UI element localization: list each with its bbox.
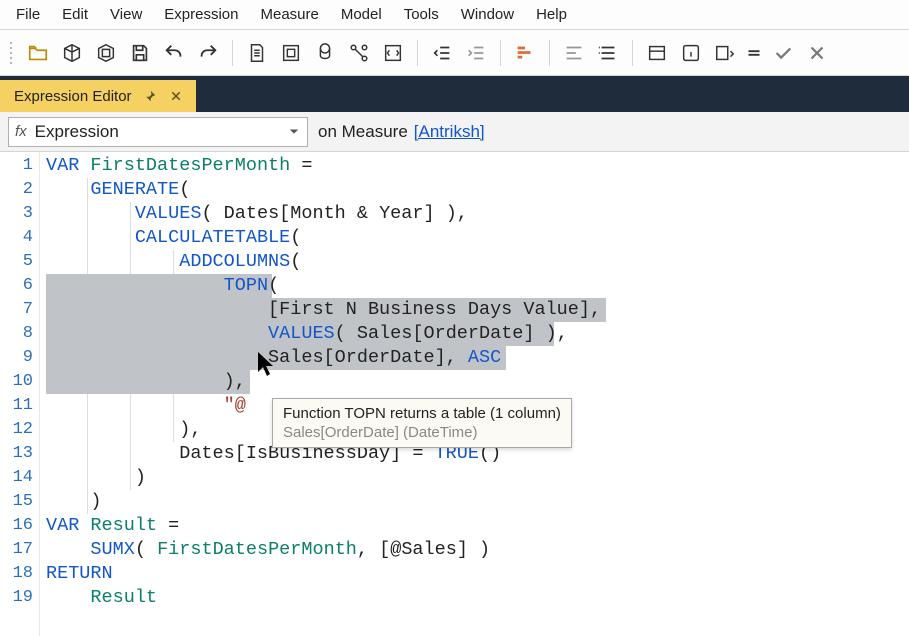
code-line[interactable]: ) xyxy=(46,490,909,514)
code-line[interactable]: VAR FirstDatesPerMonth = xyxy=(46,154,909,178)
cancel-x-icon[interactable] xyxy=(801,37,833,69)
line-number: 17 xyxy=(0,538,33,562)
line-number: 8 xyxy=(0,322,33,346)
menu-edit[interactable]: Edit xyxy=(52,2,98,27)
menu-measure[interactable]: Measure xyxy=(250,2,328,27)
line-number: 13 xyxy=(0,442,33,466)
menu-window[interactable]: Window xyxy=(451,2,524,27)
code-line[interactable]: CALCULATETABLE( xyxy=(46,226,909,250)
execute-dropdown-icon[interactable] xyxy=(709,37,741,69)
code-line[interactable]: ) xyxy=(46,466,909,490)
menu-tools[interactable]: Tools xyxy=(394,2,449,27)
relationship-icon[interactable] xyxy=(343,37,375,69)
select-all-icon[interactable] xyxy=(275,37,307,69)
line-number: 3 xyxy=(0,202,33,226)
table-icon[interactable] xyxy=(309,37,341,69)
line-number: 16 xyxy=(0,514,33,538)
toolbar-grip xyxy=(6,35,16,71)
document-icon[interactable] xyxy=(241,37,273,69)
toolbar-separator xyxy=(500,40,501,66)
line-number: 2 xyxy=(0,178,33,202)
script-icon[interactable] xyxy=(377,37,409,69)
menu-expression[interactable]: Expression xyxy=(154,2,248,27)
code-line[interactable]: TOPN( xyxy=(46,274,909,298)
property-dropdown[interactable]: fx Expression xyxy=(8,117,308,147)
line-number: 12 xyxy=(0,418,33,442)
line-number: 18 xyxy=(0,562,33,586)
code-editor[interactable]: 12345678910111213141516171819 VAR FirstD… xyxy=(0,152,909,636)
context-measure-link[interactable]: [Antriksh] xyxy=(414,122,485,141)
line-number: 6 xyxy=(0,274,33,298)
code-line[interactable]: VAR Result = xyxy=(46,514,909,538)
line-number: 11 xyxy=(0,394,33,418)
code-line[interactable]: GENERATE( xyxy=(46,178,909,202)
save-cube-icon[interactable] xyxy=(90,37,122,69)
info-icon[interactable] xyxy=(675,37,707,69)
toolbar-separator xyxy=(232,40,233,66)
toolbar xyxy=(0,30,909,76)
intellisense-tooltip: Function TOPN returns a table (1 column)… xyxy=(272,398,572,448)
code-line[interactable]: VALUES( Sales[OrderDate] ), xyxy=(46,322,909,346)
close-icon[interactable] xyxy=(168,88,184,104)
context-label: on Measure [Antriksh] xyxy=(318,122,485,142)
line-number: 5 xyxy=(0,250,33,274)
code-line[interactable]: [First N Business Days Value], xyxy=(46,298,909,322)
equals-icon[interactable] xyxy=(743,37,765,69)
line-number: 14 xyxy=(0,466,33,490)
code-line[interactable]: Result xyxy=(46,586,909,610)
align-icon[interactable] xyxy=(558,37,590,69)
redo-icon[interactable] xyxy=(192,37,224,69)
line-number: 19 xyxy=(0,586,33,610)
chevron-down-icon[interactable] xyxy=(287,127,301,137)
format-dax-icon[interactable] xyxy=(509,37,541,69)
code-line[interactable]: Sales[OrderDate], ASC xyxy=(46,346,909,370)
toolbar-separator xyxy=(417,40,418,66)
tab-strip: Expression Editor xyxy=(0,76,909,112)
line-number: 7 xyxy=(0,298,33,322)
toolbar-separator xyxy=(549,40,550,66)
menu-help[interactable]: Help xyxy=(526,2,577,27)
line-number-gutter: 12345678910111213141516171819 xyxy=(0,152,40,636)
indent-icon[interactable] xyxy=(460,37,492,69)
line-number: 1 xyxy=(0,154,33,178)
tab-expression-editor[interactable]: Expression Editor xyxy=(0,80,196,112)
menu-model[interactable]: Model xyxy=(331,2,392,27)
code-line[interactable]: ADDCOLUMNS( xyxy=(46,250,909,274)
tooltip-line2: Sales[OrderDate] (DateTime) xyxy=(283,424,561,441)
save-icon[interactable] xyxy=(124,37,156,69)
code-line[interactable]: ), xyxy=(46,370,909,394)
line-number: 15 xyxy=(0,490,33,514)
deploy-cube-icon[interactable] xyxy=(56,37,88,69)
fx-icon: fx xyxy=(15,123,27,140)
code-line[interactable]: SUMX( FirstDatesPerMonth, [@Sales] ) xyxy=(46,538,909,562)
collapse-icon[interactable] xyxy=(592,37,624,69)
line-number: 9 xyxy=(0,346,33,370)
context-prefix: on Measure xyxy=(318,122,408,141)
code-line[interactable]: VALUES( Dates[Month & Year] ), xyxy=(46,202,909,226)
pin-icon[interactable] xyxy=(142,88,158,104)
menu-file[interactable]: File xyxy=(6,2,50,27)
menu-view[interactable]: View xyxy=(100,2,152,27)
line-number: 4 xyxy=(0,226,33,250)
property-value: Expression xyxy=(35,122,279,142)
code-area[interactable]: VAR FirstDatesPerMonth = GENERATE( VALUE… xyxy=(40,152,909,610)
open-folder-icon[interactable] xyxy=(22,37,54,69)
toolbar-separator xyxy=(632,40,633,66)
mouse-cursor-icon xyxy=(255,350,277,381)
accept-check-icon[interactable] xyxy=(767,37,799,69)
undo-icon[interactable] xyxy=(158,37,190,69)
panel-icon[interactable] xyxy=(641,37,673,69)
menu-bar: File Edit View Expression Measure Model … xyxy=(0,0,909,30)
tab-title: Expression Editor xyxy=(14,88,132,105)
outdent-icon[interactable] xyxy=(426,37,458,69)
line-number: 10 xyxy=(0,370,33,394)
code-line[interactable]: RETURN xyxy=(46,562,909,586)
tooltip-line1: Function TOPN returns a table (1 column) xyxy=(283,405,561,422)
formula-bar: fx Expression on Measure [Antriksh] xyxy=(0,112,909,152)
